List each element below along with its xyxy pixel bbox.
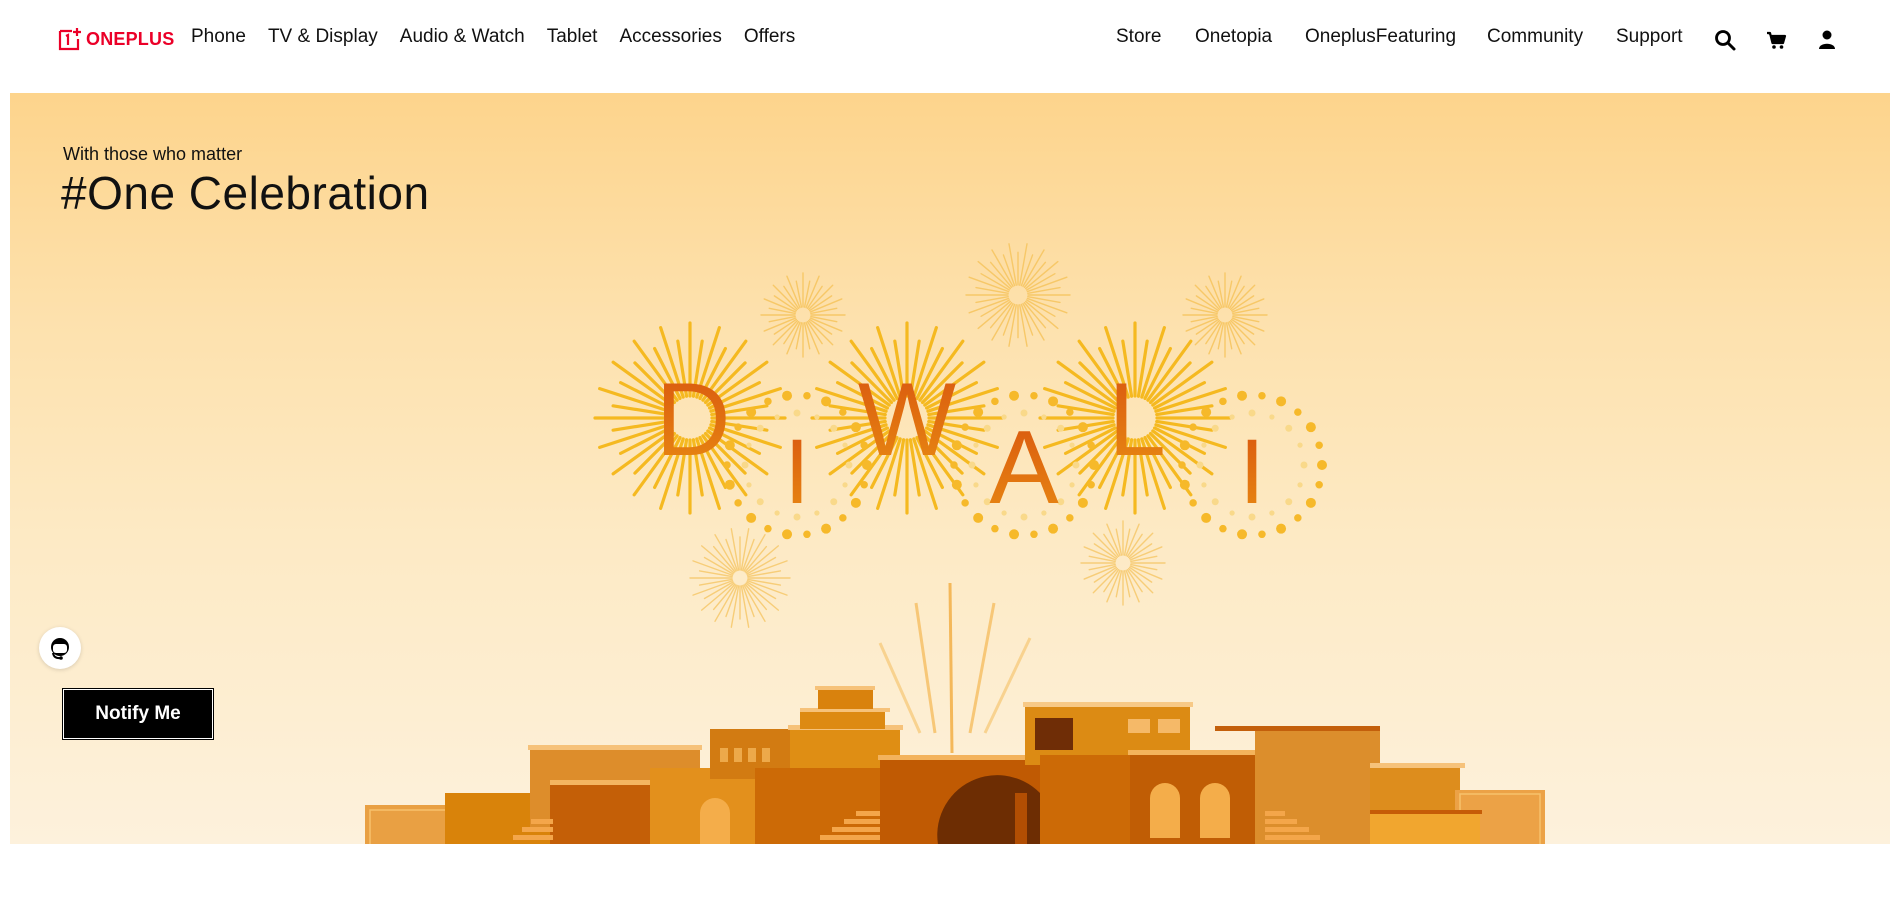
burst-small-5 [1080, 520, 1166, 606]
nav-community[interactable]: Community [1487, 26, 1583, 48]
user-icon[interactable] [1815, 28, 1839, 52]
hero-banner: DIWALI With those who matter #One Celebr… [10, 93, 1890, 844]
notify-me-button[interactable]: Notify Me [62, 688, 214, 740]
nav-onetopia[interactable]: Onetopia [1195, 26, 1272, 48]
secondary-nav: Store Onetopia OneplusFeaturing Communit… [0, 26, 1890, 56]
burst-small-2 [965, 243, 1071, 347]
diwali-letter: I [784, 421, 810, 523]
burst-small-1 [760, 272, 846, 358]
search-icon[interactable] [1713, 28, 1737, 52]
cart-icon[interactable] [1765, 28, 1789, 52]
nav-oneplusfeaturing[interactable]: OneplusFeaturing [1305, 26, 1456, 48]
diwali-letter: W [858, 362, 956, 478]
headset-icon [51, 638, 69, 660]
city-skyline [365, 686, 1545, 844]
burst-small-3 [1182, 272, 1268, 358]
hero-subtitle: With those who matter [63, 144, 243, 164]
burst-small-4 [689, 528, 791, 628]
top-navigation: ONEPLUS Phone TV & Display Audio & Watch… [0, 0, 1890, 78]
nav-store[interactable]: Store [1116, 26, 1161, 48]
diwali-letter: L [1108, 362, 1166, 478]
diwali-letter: D [655, 362, 730, 478]
hero-title: #One Celebration [61, 167, 430, 219]
nav-support[interactable]: Support [1616, 26, 1683, 48]
customer-support-button[interactable] [39, 627, 81, 669]
diwali-letter: A [989, 410, 1059, 526]
diwali-letter: I [1239, 421, 1265, 523]
